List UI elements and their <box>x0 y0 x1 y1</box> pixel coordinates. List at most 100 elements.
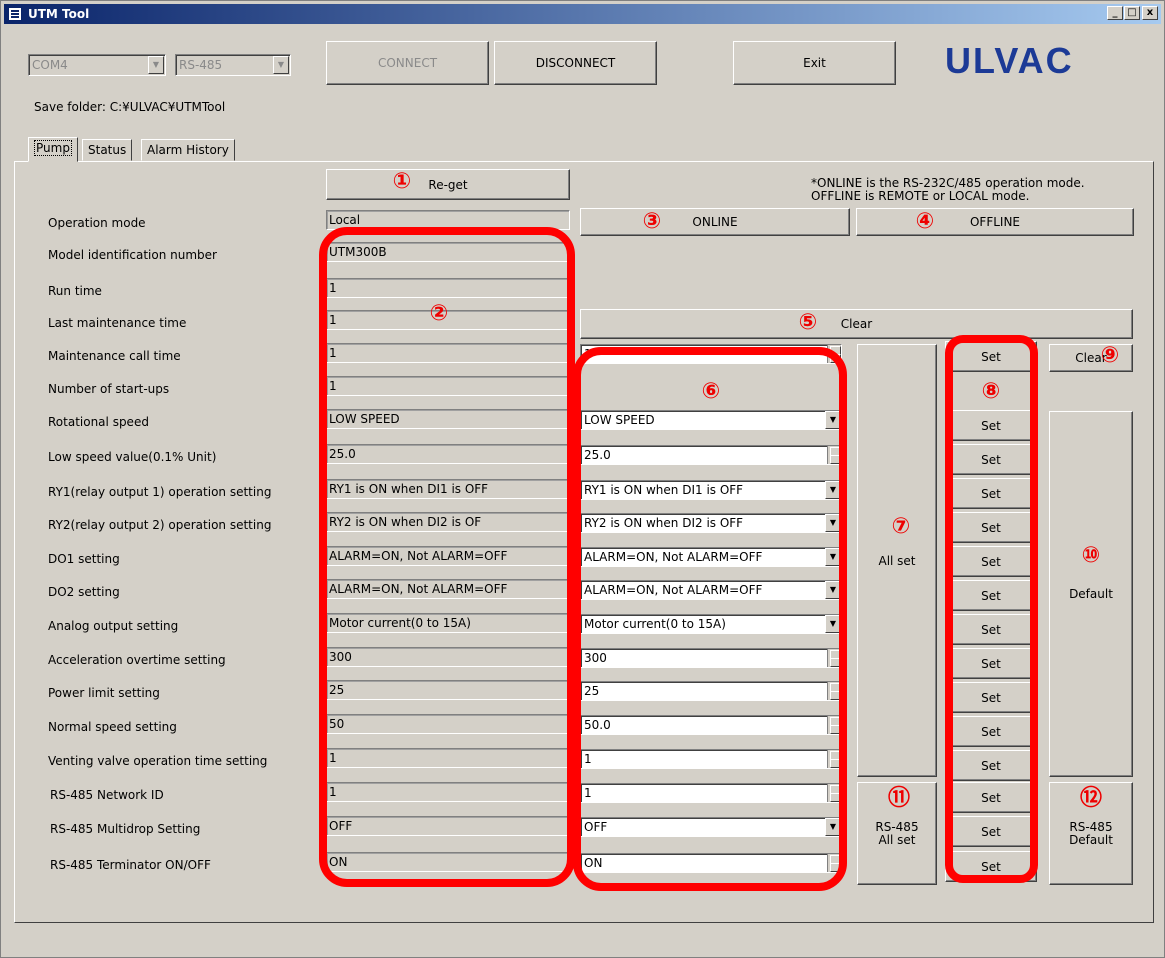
chevron-down-icon[interactable]: ▼ <box>825 514 841 532</box>
set-button[interactable]: Set <box>945 512 1037 543</box>
row-setting-value: ALARM=ON, Not ALARM=OFF <box>584 583 763 597</box>
maximize-button[interactable]: □ <box>1124 6 1140 20</box>
set-button[interactable]: Set <box>945 478 1037 509</box>
row-current-value: 300 <box>326 647 570 667</box>
row-setting-value: 1 <box>584 752 592 766</box>
clear-all-button[interactable]: Clear <box>580 309 1133 339</box>
default-button[interactable]: Default <box>1049 411 1133 777</box>
chevron-down-icon[interactable]: ▼ <box>825 581 841 599</box>
set-button[interactable]: Set <box>945 816 1037 847</box>
row-label: Run time <box>48 284 102 298</box>
spinner-icon[interactable] <box>827 854 841 872</box>
chevron-down-icon[interactable]: ▼ <box>148 56 164 74</box>
row-label: RY1(relay output 1) operation setting <box>48 485 272 499</box>
spinner-icon[interactable] <box>827 446 841 464</box>
row-setting-select[interactable]: ALARM=ON, Not ALARM=OFF ▼ <box>580 547 842 567</box>
set-button[interactable]: Set <box>945 341 1037 372</box>
row-label: Number of start-ups <box>48 382 170 396</box>
tab-pump[interactable]: Pump <box>28 137 78 162</box>
chevron-down-icon[interactable]: ▼ <box>825 481 841 499</box>
mode-note-line-2: OFFLINE is REMOTE or LOCAL mode. <box>811 189 1030 203</box>
spinner-icon[interactable] <box>827 750 841 768</box>
row-setting-value: LOW SPEED <box>584 413 655 427</box>
row-setting-input[interactable]: 1 <box>580 344 842 364</box>
disconnect-button[interactable]: DISCONNECT <box>494 41 657 85</box>
set-button[interactable]: Set <box>945 410 1037 441</box>
port-select[interactable]: COM4 ▼ <box>28 54 166 76</box>
row-setting-value: ON <box>584 856 603 870</box>
row-label: Acceleration overtime setting <box>48 653 226 667</box>
row-label: Operation mode <box>48 216 146 230</box>
row-setting-select[interactable]: ALARM=ON, Not ALARM=OFF ▼ <box>580 580 842 600</box>
chevron-down-icon[interactable]: ▼ <box>825 548 841 566</box>
set-button[interactable]: Set <box>945 614 1037 645</box>
row-setting-value: 1 <box>584 786 592 800</box>
row-setting-select[interactable]: Motor current(0 to 15A) ▼ <box>580 614 842 634</box>
set-button[interactable]: Set <box>945 444 1037 475</box>
spinner-icon[interactable] <box>827 345 841 363</box>
row-setting-value: 1 <box>584 347 592 361</box>
row-label: DO2 setting <box>48 585 120 599</box>
set-button[interactable]: Set <box>945 648 1037 679</box>
connect-button[interactable]: CONNECT <box>326 41 489 85</box>
row-label: Rotational speed <box>48 415 149 429</box>
spinner-icon[interactable] <box>827 649 841 667</box>
minimize-button[interactable]: _ <box>1107 6 1123 20</box>
row-setting-input[interactable]: 300 <box>580 648 842 668</box>
chevron-down-icon[interactable]: ▼ <box>273 56 289 74</box>
tab-status[interactable]: Status <box>82 139 133 161</box>
rs485-all-set-button[interactable]: RS-485 All set <box>857 782 937 885</box>
spinner-icon[interactable] <box>827 682 841 700</box>
interface-select[interactable]: RS-485 ▼ <box>175 54 291 76</box>
spinner-icon[interactable] <box>827 784 841 802</box>
row-label: DO1 setting <box>48 552 120 566</box>
chevron-down-icon[interactable]: ▼ <box>825 411 841 429</box>
set-button[interactable]: Set <box>945 716 1037 747</box>
row-setting-select[interactable]: OFF ▼ <box>580 817 842 837</box>
online-button[interactable]: ONLINE <box>580 208 850 236</box>
spinner-icon[interactable] <box>827 716 841 734</box>
row-current-value: 25 <box>326 680 570 700</box>
row-setting-input[interactable]: 50.0 <box>580 715 842 735</box>
row-current-value: 1 <box>326 278 570 298</box>
row-current-value: RY2 is ON when DI2 is OF <box>326 512 570 532</box>
row-setting-input[interactable]: 1 <box>580 749 842 769</box>
set-button[interactable]: Set <box>945 580 1037 611</box>
set-button[interactable]: Set <box>945 750 1037 781</box>
row-setting-select[interactable]: LOW SPEED ▼ <box>580 410 842 430</box>
row-current-value: 50 <box>326 714 570 734</box>
row-current-value: UTM300B <box>326 242 570 262</box>
reget-button[interactable]: Re-get <box>326 169 570 200</box>
row-setting-input[interactable]: ON <box>580 853 842 873</box>
clear-maintenance-button[interactable]: Clear <box>1049 344 1133 372</box>
row-setting-input[interactable]: 1 <box>580 783 842 803</box>
row-label: Maintenance call time <box>48 349 181 363</box>
row-setting-input[interactable]: 25.0 <box>580 445 842 465</box>
row-current-value: ALARM=ON, Not ALARM=OFF <box>326 579 570 599</box>
chevron-down-icon[interactable]: ▼ <box>825 615 841 633</box>
row-setting-value: 25.0 <box>584 448 611 462</box>
row-setting-select[interactable]: RY2 is ON when DI2 is OFF ▼ <box>580 513 842 533</box>
close-button[interactable]: x <box>1142 6 1158 20</box>
row-setting-select[interactable]: RY1 is ON when DI1 is OFF ▼ <box>580 480 842 500</box>
tab-alarm-history[interactable]: Alarm History <box>141 139 235 161</box>
row-current-value: LOW SPEED <box>326 409 570 429</box>
row-setting-value: 300 <box>584 651 607 665</box>
chevron-down-icon[interactable]: ▼ <box>825 818 841 836</box>
row-setting-value: Motor current(0 to 15A) <box>584 617 726 631</box>
row-current-value: ALARM=ON, Not ALARM=OFF <box>326 546 570 566</box>
row-current-value: 1 <box>326 343 570 363</box>
set-button[interactable]: Set <box>945 851 1037 882</box>
exit-button[interactable]: Exit <box>733 41 896 85</box>
set-button[interactable]: Set <box>945 782 1037 813</box>
row-setting-value: RY1 is ON when DI1 is OFF <box>584 483 744 497</box>
rs485-default-button[interactable]: RS-485 Default <box>1049 782 1133 885</box>
offline-button[interactable]: OFFLINE <box>856 208 1134 236</box>
row-setting-value: 25 <box>584 684 600 698</box>
port-value: COM4 <box>32 58 68 72</box>
app-icon <box>8 7 22 21</box>
all-set-button[interactable]: All set <box>857 344 937 777</box>
row-setting-input[interactable]: 25 <box>580 681 842 701</box>
set-button[interactable]: Set <box>945 682 1037 713</box>
set-button[interactable]: Set <box>945 546 1037 577</box>
